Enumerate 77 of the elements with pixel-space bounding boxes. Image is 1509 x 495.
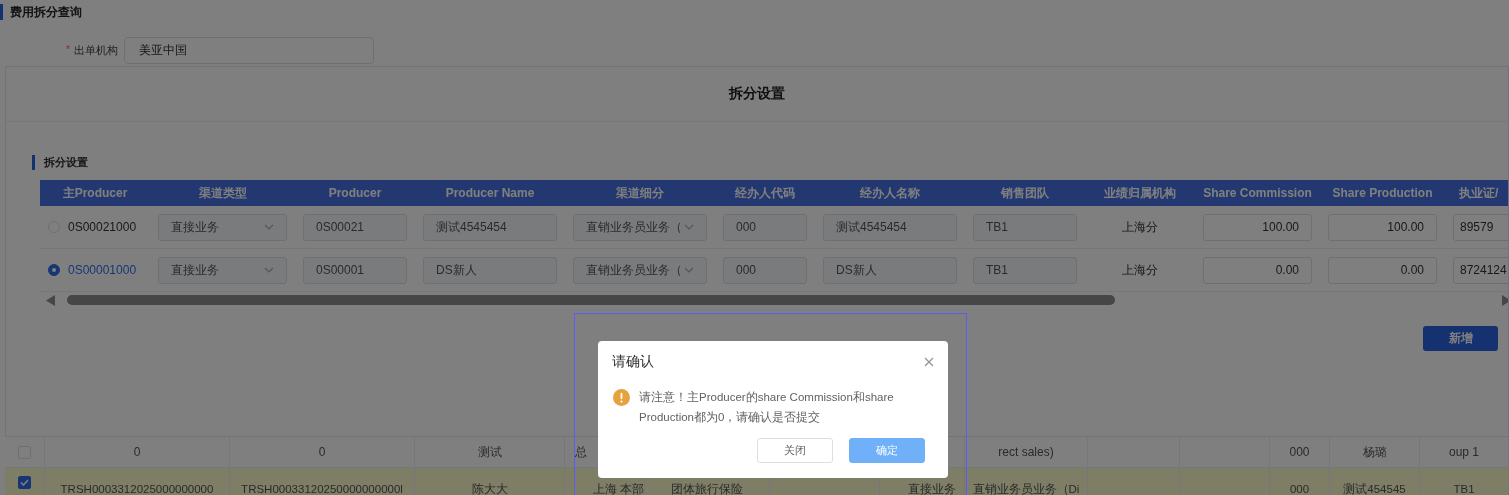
table-cell: 直销业务员业务（Di (972, 483, 1080, 495)
table-cell: rect sales) (998, 445, 1054, 459)
input-field[interactable]: 000 (723, 256, 807, 284)
table-cell: 上海分 (1122, 261, 1158, 279)
column-header: 主Producer (61, 184, 129, 202)
column-header: 渠道类型 (197, 184, 248, 202)
producer-code: 0S00001000 (68, 263, 137, 277)
table-cell: 陈大大 (471, 483, 508, 495)
input-field[interactable]: DS新人 (423, 256, 557, 284)
warning-icon (613, 389, 630, 406)
table-cell: 测试 (477, 443, 502, 461)
column-header: Share Production (1331, 186, 1434, 200)
column-header: Producer Name (444, 186, 536, 200)
scroll-thumb[interactable] (67, 295, 1115, 305)
table-cell: 杨璐 (1362, 443, 1387, 461)
table-cell: oup 1 (1449, 445, 1479, 459)
input-field[interactable]: TB1 (973, 256, 1077, 284)
input-field[interactable]: 美亚中国 (124, 37, 374, 64)
select-field[interactable]: 直销业务员业务（ (573, 213, 707, 241)
table-cell: 总 (575, 443, 587, 461)
select-field[interactable]: 直接业务 (158, 213, 287, 241)
section-title: 拆分设置 (32, 155, 88, 170)
table-cell: TRSH0003312025000000000 (60, 483, 214, 495)
table-cell: 测试454545 (1343, 483, 1406, 495)
table-cell: TB1 (1453, 483, 1475, 495)
table-cell: 上海分 (1122, 218, 1158, 236)
input-field[interactable]: 0S00021 (303, 213, 407, 241)
input-field[interactable]: 8724124 (1453, 256, 1508, 284)
caret-icon (684, 224, 694, 230)
close-button[interactable]: 关闭 (757, 438, 833, 463)
radio-button[interactable] (48, 264, 60, 276)
input-field[interactable]: 100.00 (1328, 213, 1437, 241)
caret-icon (264, 267, 274, 273)
table-cell: 0 (318, 445, 326, 459)
table-cell: 直接业务 (908, 483, 956, 495)
producer-code: 0S00021000 (68, 220, 137, 234)
column-header: 经办人名称 (859, 184, 921, 202)
column-header: Producer (327, 186, 383, 200)
table-cell: 团体旅行保险 (671, 483, 743, 495)
column-header: 执业证/ (1458, 184, 1500, 202)
table-cell: 0 (133, 445, 141, 459)
column-header: 渠道细分 (615, 184, 665, 202)
table-cell: 000 (1289, 483, 1310, 495)
input-field[interactable]: 000 (723, 213, 807, 241)
select-field[interactable]: 直销业务员业务（ (573, 256, 707, 284)
scrollbar[interactable] (46, 292, 1508, 308)
column-header: 业绩归属机构 (1103, 184, 1177, 202)
dialog-title: 拆分设置 (729, 85, 785, 103)
confirm-button[interactable]: 确定 (849, 438, 925, 463)
caret-icon (684, 267, 694, 273)
table-cell: 上海 本部 (592, 483, 644, 495)
table-cell: TRSH00033120250000000000l (241, 483, 403, 495)
column-header: Share Commission (1202, 186, 1313, 200)
column-header: 销售团队 (1000, 184, 1050, 202)
input-field[interactable]: 0.00 (1328, 256, 1437, 284)
dialog-title: 请确认 (612, 353, 654, 371)
scroll-right-icon[interactable] (1502, 294, 1508, 306)
scroll-left-icon[interactable] (46, 294, 55, 306)
input-field[interactable]: 100.00 (1203, 213, 1312, 241)
page-title: 费用拆分查询 (0, 4, 82, 20)
field-label: 出单机构 (74, 43, 118, 58)
column-header: 经办人代码 (734, 184, 796, 202)
select-field[interactable]: 直接业务 (158, 256, 287, 284)
required-mark: * (65, 43, 70, 57)
input-field[interactable]: 89579 (1453, 213, 1508, 241)
input-field[interactable]: 0.00 (1203, 256, 1312, 284)
close-icon[interactable] (924, 357, 934, 367)
input-field[interactable]: 测试4545454 (423, 213, 557, 241)
add-button[interactable]: 新增 (1423, 326, 1498, 351)
dialog-message: 请注意！主Producer的share Commission和share Production都为0，请确认是否提交 (639, 390, 895, 425)
input-field[interactable]: 0S00001 (303, 256, 407, 284)
table-cell: 000 (1289, 445, 1310, 459)
checkbox[interactable] (18, 475, 31, 489)
input-field[interactable]: DS新人 (823, 256, 957, 284)
caret-icon (264, 224, 274, 230)
input-field[interactable]: TB1 (973, 213, 1077, 241)
input-field[interactable]: 测试4545454 (823, 213, 957, 241)
